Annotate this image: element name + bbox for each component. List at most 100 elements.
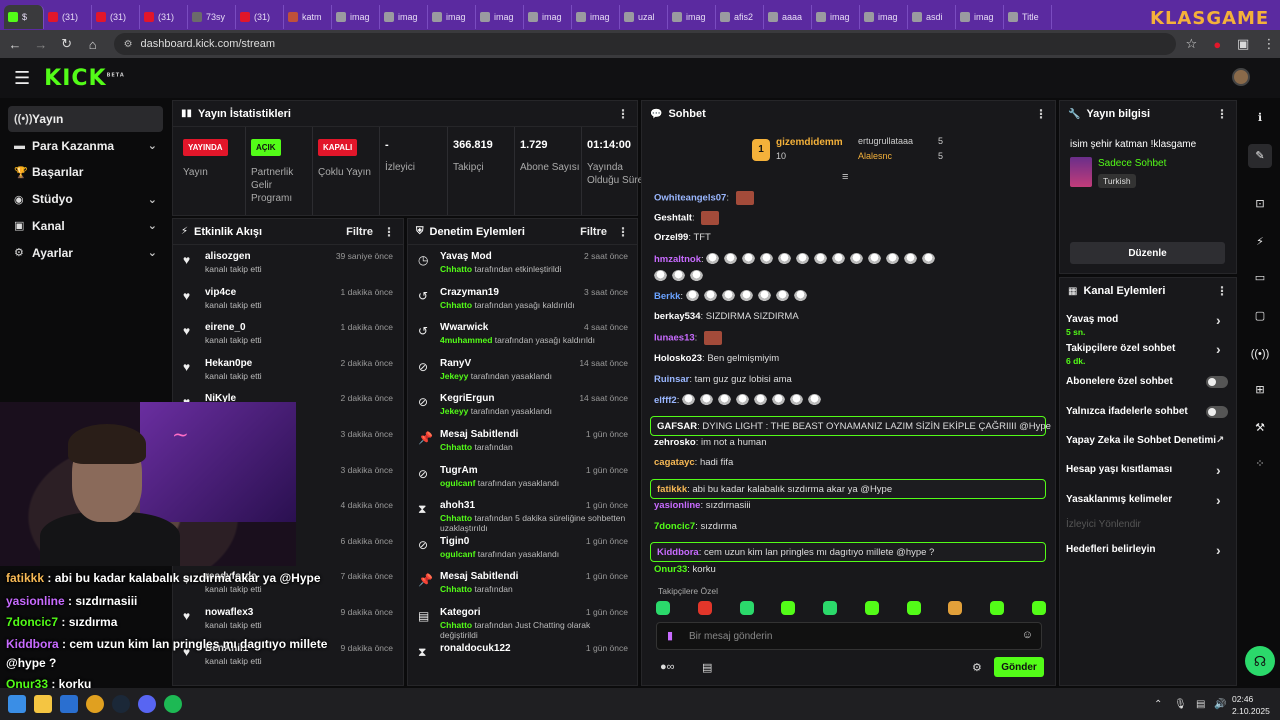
sidebar-item[interactable]: ▣ Kanal ⌄ <box>8 213 163 239</box>
sidebar-item[interactable]: ((•)) Yayın <box>8 106 163 132</box>
chevron-down-icon[interactable]: ⌄ <box>148 219 157 232</box>
network-icon[interactable]: ▤ <box>1196 699 1205 710</box>
chat-message[interactable]: Orzel99: TFT <box>654 232 711 243</box>
category-name[interactable]: Sadece Sohbet <box>1098 158 1166 169</box>
browser-tab[interactable]: imag <box>956 5 1004 29</box>
chat-username[interactable]: elfff2 <box>654 395 677 406</box>
tools-icon[interactable]: ⚒ <box>1248 416 1272 440</box>
chat-username[interactable]: Orzel99 <box>654 232 688 243</box>
mic-tray-icon[interactable]: 🎙 <box>1174 699 1187 710</box>
chat-message[interactable]: zehrosko: im not a human <box>654 437 766 448</box>
browser-tab[interactable]: aaaa <box>764 5 812 29</box>
toggle-switch[interactable] <box>1206 376 1228 388</box>
quick-emote-icon[interactable] <box>739 601 754 615</box>
expand-gifters-icon[interactable]: ≡ <box>842 171 848 183</box>
channel-action-item[interactable]: Yalnızca ifadelerle sohbet <box>1066 406 1228 418</box>
reload-icon[interactable]: ↻ <box>56 36 78 52</box>
chat-username[interactable]: lunaes13 <box>654 333 695 344</box>
stats-menu-icon[interactable]: ⋮ <box>617 107 629 121</box>
activity-row[interactable]: ♥ Hekan0pe kanalı takip etti 2 dakika önce <box>173 352 403 388</box>
chat-message[interactable]: Ruinsar: tam guz guz lobisi ama <box>654 374 792 385</box>
activity-username[interactable]: eirene_0 <box>205 322 246 333</box>
browser-tab[interactable]: (31) <box>140 5 188 29</box>
chat-message[interactable]: Holosko23: Ben gelmişmiyim <box>654 353 779 364</box>
lightning-icon[interactable]: ⚡ <box>1248 230 1272 254</box>
chat-message[interactable]: hmzaltnok: <box>654 253 940 283</box>
moderator-name[interactable]: Chhatto <box>440 584 472 594</box>
activity-username[interactable]: vip4ce <box>205 287 236 298</box>
forward-icon[interactable]: → <box>30 37 52 52</box>
edit-pencil-icon[interactable]: ✎ <box>1248 144 1272 168</box>
browser-tab[interactable]: uzal <box>620 5 668 29</box>
browser-tab[interactable]: afis2 <box>716 5 764 29</box>
chat-username[interactable]: yasionline <box>654 500 700 511</box>
browser-tab[interactable]: Title <box>1004 5 1052 29</box>
activity-username[interactable]: Hekan0pe <box>205 358 252 369</box>
quick-emote-icon[interactable] <box>906 601 921 615</box>
sidebar-item[interactable]: 🏆 Başarılar <box>8 159 163 185</box>
moderation-row[interactable]: ◷ Yavaş Mod Chhatto tarafından etkinleştir… <box>408 245 637 281</box>
moderation-row[interactable]: ▤ Kategori Chhatto tarafından Just Chattin… <box>408 601 637 640</box>
extension-icon[interactable]: ● <box>1206 37 1228 52</box>
activity-row[interactable]: ♥ vip4ce kanalı takip etti 1 dakika önce <box>173 281 403 317</box>
user-avatar[interactable] <box>1232 68 1250 86</box>
chat-username[interactable]: GAFSAR <box>657 421 697 432</box>
moderation-target[interactable]: Mesaj Sabitlendi <box>440 571 518 582</box>
activity-row[interactable]: ♥ eirene_0 kanalı takip etti 1 dakika önce <box>173 316 403 352</box>
chevron-right-icon[interactable]: › <box>1216 542 1221 558</box>
chat-message[interactable]: Geshtalt: <box>654 211 720 225</box>
chat-input[interactable]: ▮ Bir mesaj gönderin ☺ <box>656 622 1042 650</box>
sidebar-item[interactable]: ▬ Para Kazanma ⌄ <box>8 133 163 159</box>
moderation-target[interactable]: ahoh31 <box>440 500 475 511</box>
clock-time[interactable]: 02:46 <box>1232 694 1253 704</box>
activity-row[interactable]: ♥ alisozgen kanalı takip etti 39 saniye önc… <box>173 245 403 281</box>
chat-username[interactable]: Kiddbora <box>657 547 699 558</box>
quick-emote-icon[interactable] <box>948 601 963 615</box>
chat-message[interactable]: Onur33: korku <box>654 564 716 575</box>
quick-emote-icon[interactable] <box>781 601 796 615</box>
mic-icon[interactable]: ▮ <box>667 629 673 642</box>
quick-emote-icon[interactable] <box>864 601 879 615</box>
chat-username[interactable]: berkay534 <box>654 311 700 322</box>
moderation-row[interactable]: ↺ Wwarwick 4muhammed tarafından yasağı kal… <box>408 316 637 352</box>
moderator-name[interactable]: Chhatto <box>440 442 472 452</box>
chat-username[interactable]: Holosko23 <box>654 353 702 364</box>
browser-tab[interactable]: asdi <box>908 5 956 29</box>
quick-emote-icon[interactable] <box>697 601 712 615</box>
activity-row[interactable]: ♥ nowaflex3 kanalı takip etti 9 dakika önce <box>173 601 403 637</box>
chat-settings-icon[interactable]: ⚙ <box>972 661 982 674</box>
moderator-name[interactable]: ogulcanf <box>440 478 475 488</box>
browser-tab[interactable]: katm <box>284 5 332 29</box>
send-button[interactable]: Gönder <box>994 657 1044 677</box>
moderation-target[interactable]: RanyV <box>440 358 471 369</box>
spotify-icon[interactable] <box>164 695 182 713</box>
moderator-name[interactable]: ogulcanf <box>440 549 475 559</box>
browser-tab[interactable]: imag <box>812 5 860 29</box>
chat-message[interactable]: yasionline: sızdırnasiii <box>654 500 751 511</box>
browser-tab[interactable]: imag <box>332 5 380 29</box>
moderation-row[interactable]: ↺ Crazyman19 Chhatto tarafından yasağı kal… <box>408 281 637 317</box>
moderation-row[interactable]: 📌 Mesaj Sabitlendi Chhatto tarafından 1 gün… <box>408 565 637 601</box>
channel-action-item[interactable]: Takipçilere özel sohbet 6 dk. › <box>1066 341 1226 366</box>
chat-message[interactable]: elfff2: <box>654 394 826 407</box>
chat-username[interactable]: cagatayc <box>654 457 695 468</box>
browser-tab[interactable]: imag <box>380 5 428 29</box>
chat-username[interactable]: Ruinsar <box>654 374 689 385</box>
chat-message[interactable]: 7doncic7: sızdırma <box>654 521 737 532</box>
outlook-icon[interactable] <box>60 695 78 713</box>
moderator-name[interactable]: 4muhammed <box>440 335 492 345</box>
activity-filter-button[interactable]: Filtre <box>346 226 373 238</box>
moderation-row[interactable]: ⊘ KegriErgun Jekeyy tarafından yasaklandı 1… <box>408 387 637 423</box>
browser-tab[interactable]: (31) <box>236 5 284 29</box>
external-link-icon[interactable]: ↗ <box>1216 435 1224 446</box>
menu-dots-icon[interactable]: ⋮ <box>1258 36 1280 52</box>
clock-date[interactable]: 2.10.2025 <box>1232 706 1270 716</box>
quick-emote-icon[interactable] <box>1031 601 1046 615</box>
browser-tab[interactable]: 73sy <box>188 5 236 29</box>
browser-tab[interactable]: imag <box>860 5 908 29</box>
browser-tab[interactable]: (31) <box>92 5 140 29</box>
quick-emote-icon[interactable] <box>656 601 670 615</box>
moderator-name[interactable]: Jekeyy <box>440 406 468 416</box>
chat-username[interactable]: Owhiteangels07 <box>654 193 726 204</box>
layout-icon[interactable]: ⊞ <box>1248 378 1272 402</box>
